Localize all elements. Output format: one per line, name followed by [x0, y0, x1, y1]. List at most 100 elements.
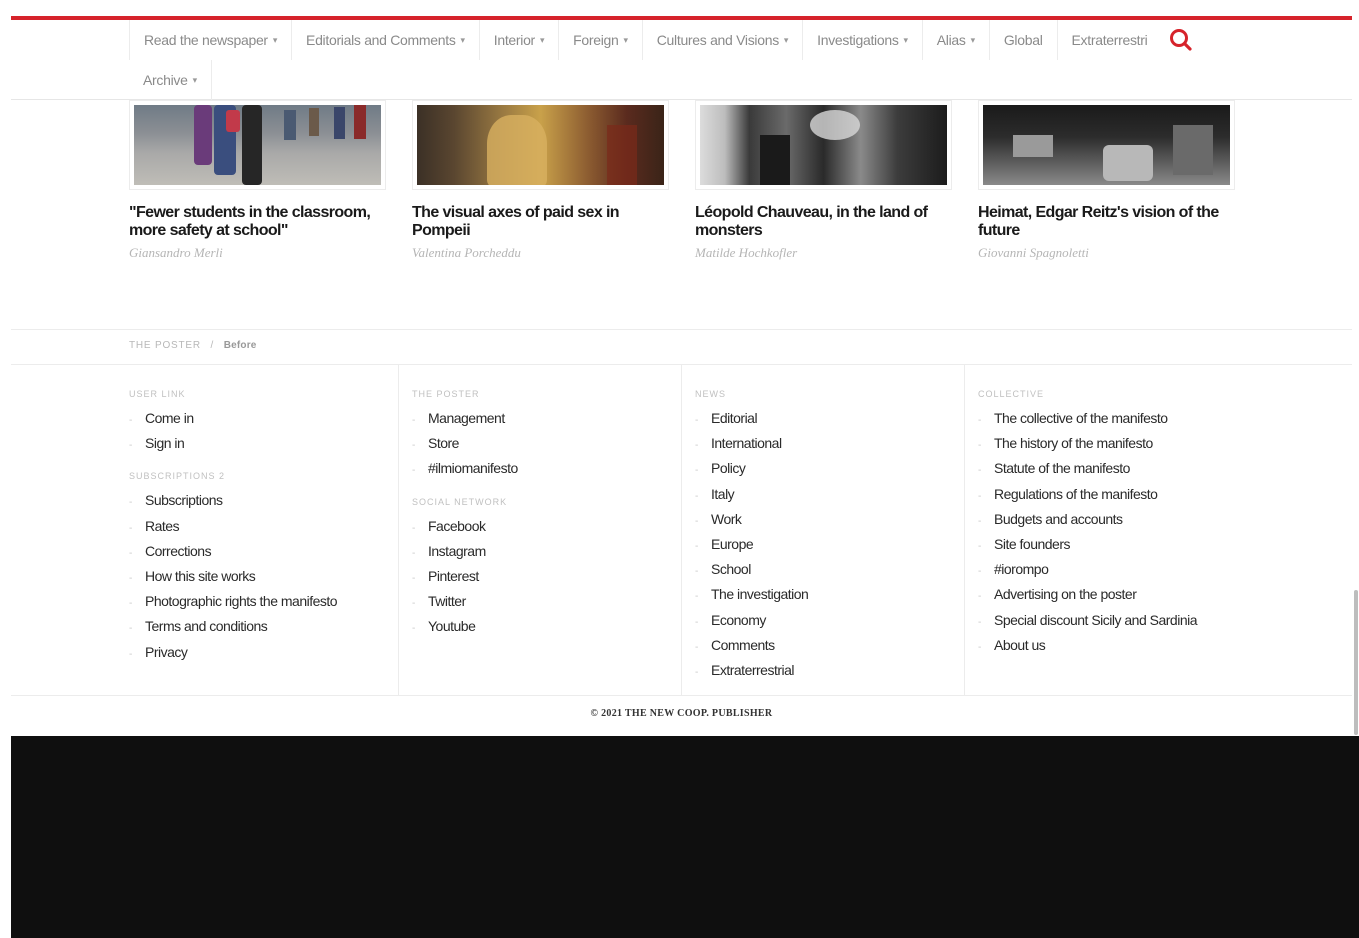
footer-link[interactable]: Special discount Sicily and Sardinia — [978, 609, 1198, 634]
article-card[interactable]: "Fewer students in the classroom, more s… — [129, 100, 386, 261]
footer-link[interactable]: The collective of the manifesto — [978, 407, 1197, 432]
article-image[interactable] — [129, 100, 386, 190]
page-bottom-blank — [11, 736, 1359, 938]
footer-link[interactable]: Economy — [695, 609, 808, 634]
footer-list: Management Store #ilmiomanifesto — [412, 407, 518, 483]
footer-column-collective: COLLECTIVE The collective of the manifes… — [964, 365, 1264, 695]
breadcrumb-separator: / — [210, 340, 215, 351]
footer-link[interactable]: Comments — [695, 634, 808, 659]
footer-link[interactable]: Come in — [129, 407, 337, 432]
footer-link[interactable]: Youtube — [412, 615, 518, 640]
footer-heading: THE POSTER — [412, 389, 480, 399]
footer-link[interactable]: Sign in — [129, 432, 337, 457]
chevron-down-icon: ▾ — [903, 34, 909, 45]
breadcrumb-root[interactable]: THE POSTER — [129, 340, 201, 351]
footer-column-poster: THE POSTER Management Store #ilmiomanife… — [398, 365, 680, 695]
article-card[interactable]: Heimat, Edgar Reitz's vision of the futu… — [978, 100, 1235, 261]
article-title[interactable]: The visual axes of paid sex in Pompeii — [412, 204, 669, 240]
footer-link[interactable]: Advertising on the poster — [978, 583, 1197, 608]
footer-link[interactable]: Policy — [695, 457, 808, 482]
nav-item-global[interactable]: Global — [990, 20, 1058, 60]
article-title[interactable]: Heimat, Edgar Reitz's vision of the futu… — [978, 204, 1235, 240]
article-author[interactable]: Giansandro Merli — [129, 245, 386, 261]
footer-link[interactable]: #ilmiomanifesto — [412, 457, 518, 482]
footer-link[interactable]: Budgets and accounts — [978, 508, 1197, 533]
footer-link[interactable]: Regulations of the manifesto — [978, 483, 1197, 508]
footer-list: Come in Sign in — [129, 407, 337, 457]
footer-link[interactable]: #iorompo — [978, 558, 1197, 583]
footer-link[interactable]: The investigation — [695, 583, 809, 608]
footer-link[interactable]: Pinterest — [412, 565, 518, 590]
nav-item-label: Global — [1003, 32, 1043, 48]
chevron-down-icon: ▾ — [623, 34, 629, 45]
footer-link[interactable]: Editorial — [695, 407, 808, 432]
footer-link[interactable]: How this site works — [129, 565, 337, 590]
footer-link[interactable]: Europe — [695, 533, 808, 558]
footer-link[interactable]: Instagram — [412, 540, 518, 565]
footer-heading: USER LINK — [129, 389, 186, 399]
article-card[interactable]: The visual axes of paid sex in Pompeii V… — [412, 100, 669, 261]
nav-item-label: Read the newspaper — [144, 32, 268, 48]
footer-list: The collective of the manifesto The hist… — [978, 407, 1198, 659]
chevron-down-icon: ▾ — [783, 34, 789, 45]
footer-link[interactable]: Twitter — [412, 590, 518, 615]
nav-item-label: Alias — [936, 32, 966, 48]
divider — [11, 695, 1352, 696]
article-card[interactable]: Léopold Chauveau, in the land of monster… — [695, 100, 952, 261]
chevron-down-icon: ▾ — [192, 74, 198, 85]
article-image[interactable] — [412, 100, 669, 190]
article-author[interactable]: Matilde Hochkofler — [695, 245, 952, 261]
footer-link[interactable]: Statute of the manifesto — [978, 457, 1197, 482]
nav-item-alias[interactable]: Alias ▾ — [923, 20, 990, 60]
footer-link[interactable]: Photographic rights the manifesto — [129, 590, 338, 615]
top-margin — [0, 0, 1359, 16]
nav-item-foreign[interactable]: Foreign ▾ — [559, 20, 643, 60]
main-navigation: Read the newspaper ▾ Editorials and Comme… — [11, 20, 1352, 100]
footer-link[interactable]: School — [695, 558, 808, 583]
footer-list: Editorial International Policy Italy Wor… — [695, 407, 809, 684]
nav-item-label: Archive — [143, 72, 188, 88]
footer-column-user: USER LINK Come in Sign in SUBSCRIPTIONS … — [116, 365, 398, 695]
article-title[interactable]: "Fewer students in the classroom, more s… — [129, 204, 386, 240]
chevron-down-icon: ▾ — [539, 34, 545, 45]
copyright: © 2021 THE NEW COOP. PUBLISHER — [590, 708, 773, 719]
footer-link[interactable]: Subscriptions — [129, 489, 337, 514]
nav-row: Read the newspaper ▾ Editorials and Comme… — [129, 20, 1201, 60]
footer-link[interactable]: Terms and conditions — [129, 615, 337, 640]
footer-link[interactable]: Privacy — [129, 641, 337, 666]
footer-link[interactable]: Site founders — [978, 533, 1197, 558]
footer-heading: SUBSCRIPTIONS 2 — [129, 471, 226, 482]
article-author[interactable]: Valentina Porcheddu — [412, 245, 669, 261]
search-icon[interactable] — [1161, 20, 1201, 60]
divider — [11, 329, 1352, 330]
nav-item-extraterrestri[interactable]: Extraterrestri — [1058, 20, 1162, 60]
footer-link[interactable]: Rates — [129, 515, 337, 540]
footer-link[interactable]: Work — [695, 508, 808, 533]
nav-item-archive[interactable]: Archive ▾ — [129, 60, 212, 100]
footer-link[interactable]: Store — [412, 432, 518, 457]
footer-link[interactable]: International — [695, 432, 808, 457]
article-title[interactable]: Léopold Chauveau, in the land of monster… — [695, 204, 952, 240]
article-image[interactable] — [695, 100, 952, 190]
chevron-down-icon: ▾ — [970, 34, 976, 45]
footer-link[interactable]: Extraterrestrial — [695, 659, 808, 684]
footer-link[interactable]: Italy — [695, 483, 808, 508]
scrollbar[interactable] — [1354, 590, 1358, 735]
nav-item-investigations[interactable]: Investigations ▾ — [803, 20, 923, 60]
footer-link[interactable]: The history of the manifesto — [978, 432, 1197, 457]
nav-item-interior[interactable]: Interior ▾ — [480, 20, 560, 60]
footer-link[interactable]: Corrections — [129, 540, 337, 565]
article-author[interactable]: Giovanni Spagnoletti — [978, 245, 1235, 261]
footer-link[interactable]: About us — [978, 634, 1197, 659]
footer-link[interactable]: Facebook — [412, 515, 518, 540]
footer-column-news: NEWS Editorial International Policy Ital… — [681, 365, 964, 695]
nav-item-label: Editorials and Comments — [306, 32, 456, 48]
chevron-down-icon: ▾ — [460, 34, 466, 45]
nav-item-read-the-newspaper[interactable]: Read the newspaper ▾ — [129, 20, 293, 60]
nav-item-editorials[interactable]: Editorials and Comments ▾ — [292, 20, 480, 60]
article-image[interactable] — [978, 100, 1235, 190]
footer-link[interactable]: Management — [412, 407, 518, 432]
nav-item-label: Investigations — [817, 32, 899, 48]
footer-heading: NEWS — [695, 389, 726, 399]
nav-item-cultures[interactable]: Cultures and Visions ▾ — [643, 20, 804, 60]
